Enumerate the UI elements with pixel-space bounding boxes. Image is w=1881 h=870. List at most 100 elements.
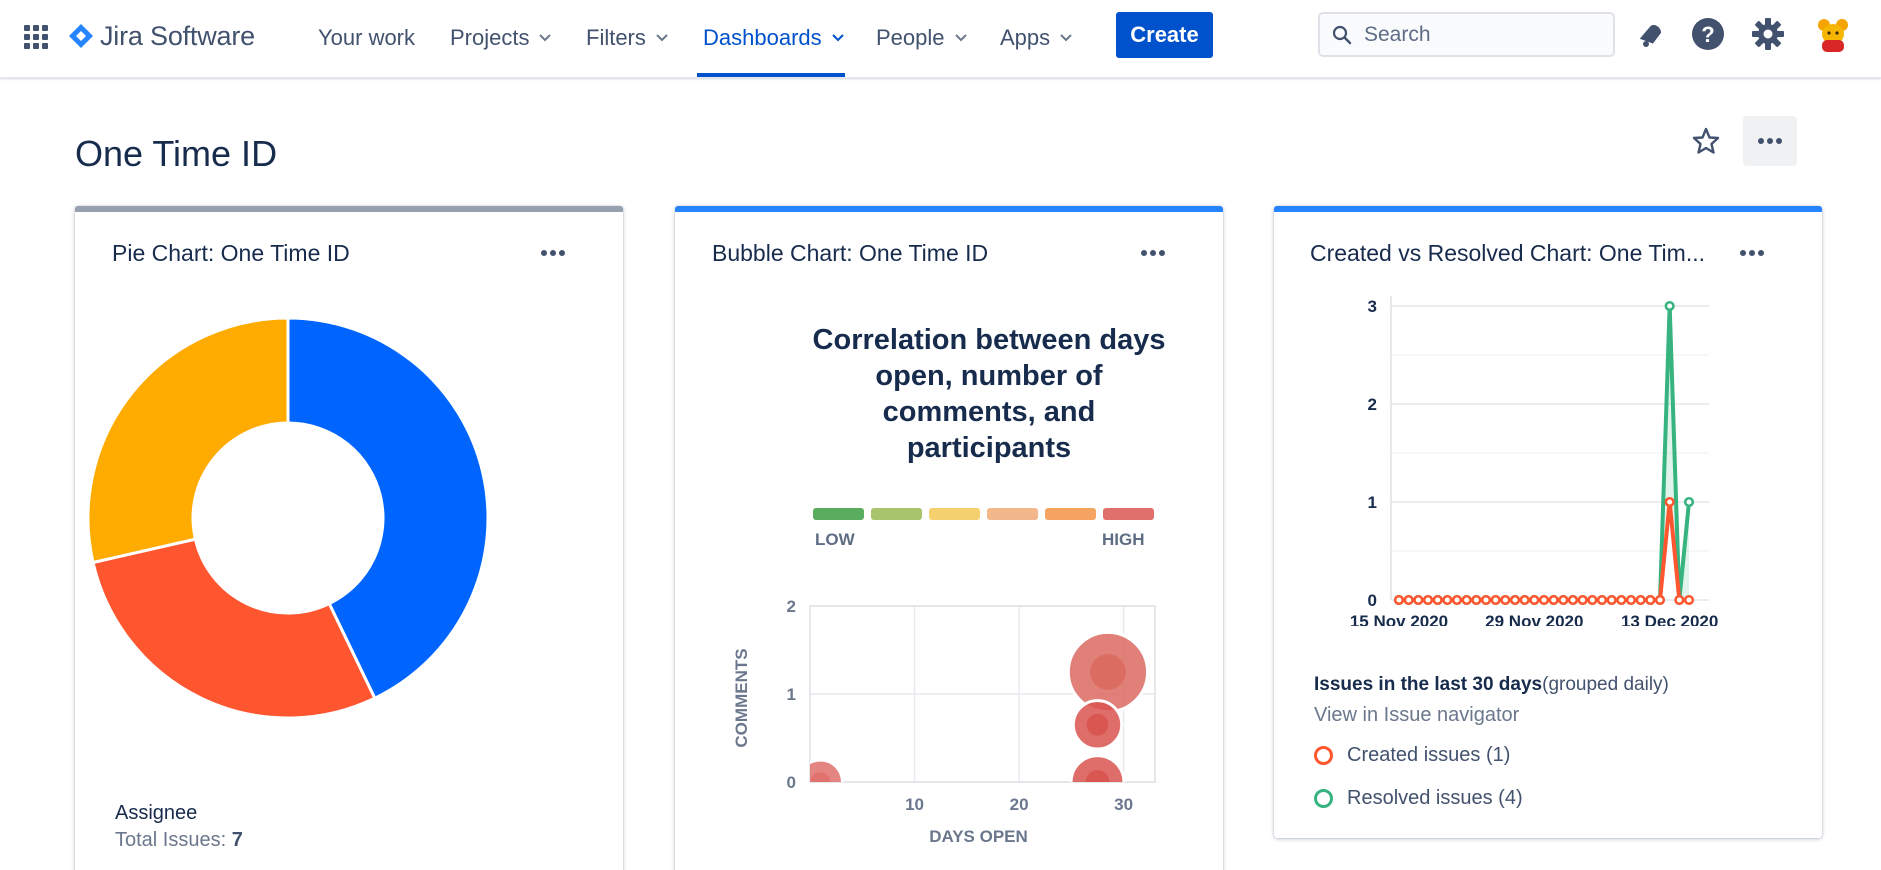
data-point — [1606, 594, 1617, 606]
x-tick-label: 20 — [1010, 795, 1029, 814]
star-icon[interactable] — [1690, 125, 1722, 157]
data-point — [1674, 594, 1685, 606]
summary-period: Issues in the last 30 days — [1314, 674, 1543, 695]
page-title: One Time ID — [75, 133, 278, 174]
data-point — [1683, 496, 1695, 508]
search-field[interactable] — [1318, 12, 1615, 57]
legend-high-label: HIGH — [1102, 530, 1145, 549]
bubble-core — [1086, 713, 1109, 736]
legend-swatch — [1045, 508, 1096, 520]
data-point — [1529, 594, 1540, 606]
total-issues-value: 7 — [231, 829, 243, 851]
gadget-more-button[interactable] — [536, 242, 570, 264]
x-axis-label: DAYS OPEN — [929, 827, 1028, 846]
active-nav-indicator — [697, 73, 845, 77]
legend-swatch — [813, 508, 864, 520]
legend-swatch — [929, 508, 980, 520]
nav-your-work-label: Your work — [318, 25, 416, 50]
data-point — [1500, 594, 1511, 606]
bubble-chart-gadget: Bubble Chart: One Time ID Correlation be… — [675, 206, 1223, 870]
search-input[interactable] — [1364, 22, 1604, 47]
pie-slice — [86, 316, 290, 565]
data-point — [1393, 594, 1405, 606]
more-icon — [1740, 250, 1764, 256]
pie-statistic-type: Assignee — [115, 802, 198, 824]
help-icon[interactable]: ? — [1690, 16, 1726, 52]
legend-swatch — [1103, 508, 1154, 520]
nav-filters[interactable]: Filters — [586, 20, 668, 56]
summary-grouping: (grouped daily) — [1542, 674, 1669, 695]
data-point — [1548, 594, 1559, 606]
nav-apps[interactable]: Apps — [1000, 20, 1072, 56]
data-point — [1654, 594, 1666, 606]
nav-dashboards[interactable]: Dashboards — [703, 20, 844, 56]
create-button[interactable]: Create — [1116, 12, 1213, 58]
pie-slice — [91, 537, 377, 720]
x-tick-label: 30 — [1114, 795, 1133, 814]
data-point — [1442, 594, 1453, 606]
heading-line: participants — [906, 432, 1072, 464]
y-axis-label: COMMENTS — [732, 648, 751, 747]
y-tick-label: 0 — [787, 773, 796, 792]
x-tick-label: 10 — [905, 795, 924, 814]
notifications-icon[interactable] — [1632, 16, 1668, 52]
nav-apps-label: Apps — [1000, 25, 1051, 50]
data-point — [1596, 594, 1608, 606]
created-vs-resolved-gadget: Created vs Resolved Chart: One Tim... 0 1… — [1274, 206, 1822, 838]
nav-people[interactable]: People — [876, 20, 967, 56]
legend-swatch — [871, 508, 922, 520]
data-point — [1490, 594, 1501, 606]
data-point — [1625, 594, 1637, 606]
jira-logo[interactable]: Jira Software — [68, 18, 255, 54]
gadget-color-bar — [75, 206, 623, 212]
bubble-core — [1090, 654, 1126, 690]
gadget-more-button[interactable] — [1735, 242, 1769, 264]
gadget-more-button[interactable] — [1136, 242, 1170, 264]
gadget-title: Created vs Resolved Chart: One Tim... — [1310, 240, 1705, 266]
bubble-chart-heading: Correlation between days open, number of… — [795, 322, 1183, 466]
y-tick-label: 0 — [1368, 591, 1377, 610]
search-icon — [1332, 25, 1352, 44]
legend-created: Created issues (1) — [1314, 744, 1510, 767]
gadget-color-bar — [675, 206, 1223, 212]
x-tick-label: 29 Nov 2020 — [1485, 612, 1583, 626]
gadget-color-bar — [1274, 206, 1822, 212]
nav-projects[interactable]: Projects — [450, 20, 552, 56]
data-point — [1480, 594, 1492, 606]
issue-navigator-link[interactable]: View in Issue navigator — [1314, 704, 1519, 727]
dashboard-more-button[interactable] — [1743, 116, 1797, 166]
y-tick-label: 1 — [787, 685, 796, 704]
nav-people-label: People — [876, 25, 945, 50]
avatar[interactable] — [1812, 14, 1854, 56]
chevron-down-icon — [954, 34, 967, 42]
data-point — [1664, 496, 1675, 508]
nav-filters-label: Filters — [586, 25, 646, 50]
data-point — [1645, 594, 1656, 606]
svg-text:?: ? — [1701, 22, 1714, 47]
pie-chart — [86, 316, 490, 720]
data-point — [1587, 594, 1598, 606]
data-point — [1461, 594, 1472, 606]
data-point — [1413, 594, 1424, 606]
data-point — [1664, 300, 1675, 312]
total-issues: Total Issues: 7 — [115, 829, 243, 852]
legend-low-label: LOW — [815, 530, 855, 549]
data-point — [1538, 594, 1550, 606]
nav-your-work[interactable]: Your work — [318, 20, 415, 56]
data-point — [1403, 594, 1414, 606]
chevron-down-icon — [831, 34, 844, 42]
x-tick-label: 15 Nov 2020 — [1350, 612, 1448, 626]
app-switcher-icon[interactable] — [22, 23, 50, 51]
data-point — [1451, 594, 1463, 606]
top-navigation: Jira Software Your work Projects Filters… — [0, 0, 1881, 78]
y-tick-label: 2 — [1368, 395, 1377, 414]
settings-icon[interactable] — [1750, 16, 1786, 52]
bubble-core — [1085, 770, 1110, 782]
chevron-down-icon — [1060, 34, 1072, 42]
heading-line: comments, and — [882, 396, 1096, 428]
created-vs-resolved-chart: 0 1 2 3 15 Nov 2020 29 Nov 2020 13 Dec 2020 — [1350, 296, 1718, 626]
data-point — [1509, 594, 1521, 606]
chevron-down-icon — [539, 34, 552, 42]
y-tick-label: 1 — [1368, 493, 1377, 512]
bubble-chart: 10 20 30 0 1 2 DAYS OPEN COMMENTS — [732, 597, 1156, 846]
